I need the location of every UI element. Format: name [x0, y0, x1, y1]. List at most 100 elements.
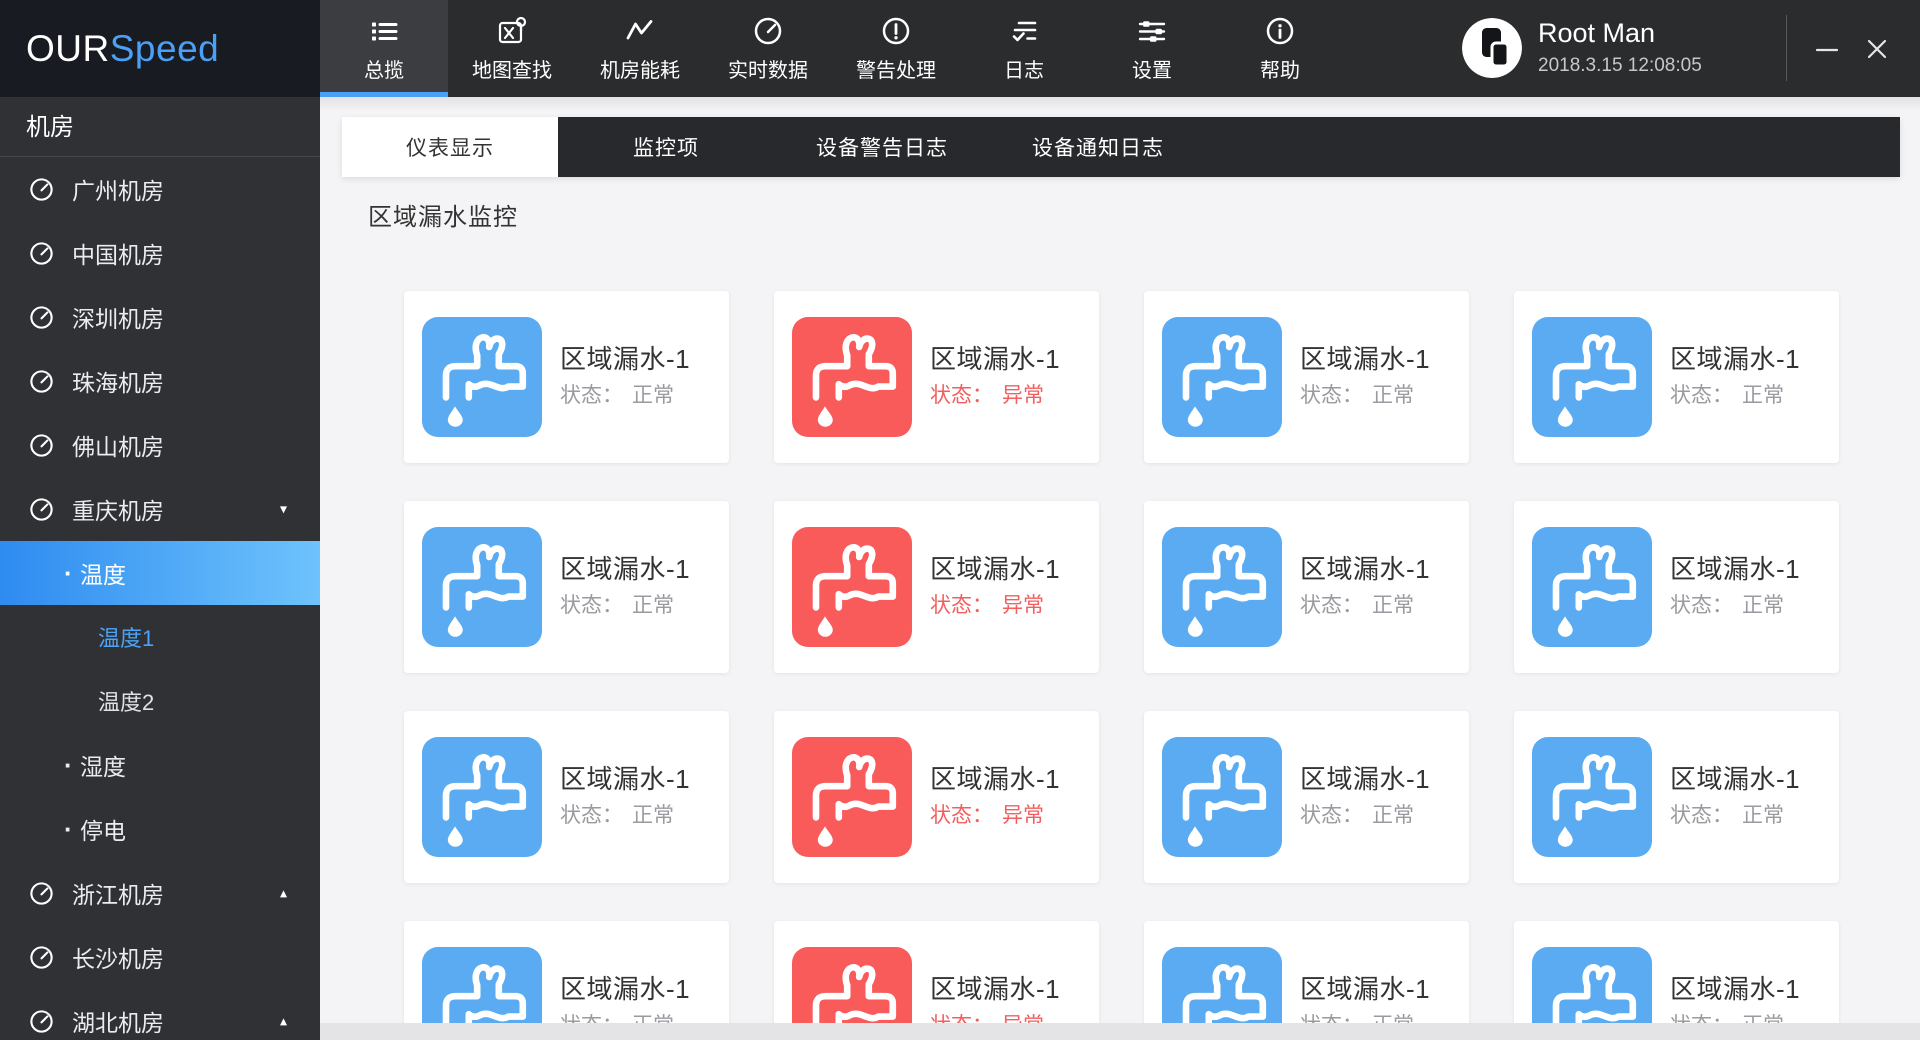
- device-card[interactable]: 区域漏水-1 状态： 正常: [404, 291, 729, 463]
- sidebar-item[interactable]: 湖北机房 ▴: [0, 989, 320, 1040]
- topnav-item-settings[interactable]: 设置: [1088, 0, 1216, 97]
- faucet-icon: [1162, 527, 1282, 647]
- topnav-label: 设置: [1132, 59, 1172, 82]
- minimize-icon: [1815, 48, 1839, 51]
- minimize-button[interactable]: [1802, 0, 1852, 97]
- bullet-dot: ·: [64, 750, 73, 780]
- device-card[interactable]: 区域漏水-1 状态： 正常: [1144, 501, 1469, 673]
- topnav-item-realtime[interactable]: 实时数据: [704, 0, 832, 97]
- device-card-status: 状态： 正常: [560, 379, 674, 409]
- device-card-title: 区域漏水-1: [930, 764, 1061, 794]
- sidebar-item-label: 湿度: [80, 754, 126, 780]
- status-label: 状态：: [1300, 384, 1363, 407]
- status-value: 正常: [632, 594, 674, 617]
- tab-label: 设备警告日志: [816, 137, 948, 160]
- device-card-title: 区域漏水-1: [930, 554, 1061, 584]
- sidebar-item[interactable]: 浙江机房 ▴: [0, 861, 320, 925]
- device-card[interactable]: 区域漏水-1 状态： 异常: [774, 291, 1099, 463]
- faucet-icon: [422, 737, 542, 857]
- tab-label: 仪表显示: [406, 137, 494, 160]
- device-card-title: 区域漏水-1: [560, 554, 691, 584]
- topnav-item-overview[interactable]: 总揽: [320, 0, 448, 97]
- sidebar-item[interactable]: 珠海机房: [0, 349, 320, 413]
- gauge-icon: [28, 176, 55, 203]
- device-card-status: 状态： 正常: [1300, 379, 1414, 409]
- sidebar-item[interactable]: · 湿度: [0, 733, 320, 797]
- tab[interactable]: 仪表显示: [342, 117, 558, 177]
- sidebar-item[interactable]: 温度1: [0, 605, 320, 669]
- topnav-label: 警告处理: [856, 59, 936, 82]
- topnav-item-alerts[interactable]: 警告处理: [832, 0, 960, 97]
- expand-arrow-icon[interactable]: ▴: [280, 885, 287, 902]
- status-label: 状态：: [1300, 804, 1363, 827]
- device-card-status: 状态： 正常: [1300, 799, 1414, 829]
- topnav-item-help[interactable]: 帮助: [1216, 0, 1344, 97]
- faucet-icon: [1162, 317, 1282, 437]
- sidebar-item[interactable]: 中国机房: [0, 221, 320, 285]
- device-card-status: 状态： 正常: [1300, 589, 1414, 619]
- faucet-icon: [792, 737, 912, 857]
- faucet-icon: [1532, 317, 1652, 437]
- device-card-status: 状态： 正常: [1670, 589, 1784, 619]
- device-card-title: 区域漏水-1: [1300, 554, 1431, 584]
- sidebar-item[interactable]: · 停电: [0, 797, 320, 861]
- gauge-icon: [28, 1008, 55, 1035]
- sidebar-item[interactable]: 长沙机房: [0, 925, 320, 989]
- device-card-status: 状态： 正常: [560, 589, 674, 619]
- gauge-icon: [28, 304, 55, 331]
- sidebar-item[interactable]: 重庆机房 ▾: [0, 477, 320, 541]
- device-card-title: 区域漏水-1: [1300, 344, 1431, 374]
- device-card[interactable]: 区域漏水-1 状态： 正常: [404, 711, 729, 883]
- sidebar-item-label: 深圳机房: [72, 306, 164, 332]
- faucet-icon: [422, 317, 542, 437]
- sidebar-item[interactable]: 深圳机房: [0, 285, 320, 349]
- device-card[interactable]: 区域漏水-1 状态： 异常: [774, 501, 1099, 673]
- faucet-icon: [792, 527, 912, 647]
- bottom-scroll-track[interactable]: [320, 1023, 1920, 1040]
- device-card-title: 区域漏水-1: [560, 344, 691, 374]
- device-card[interactable]: 区域漏水-1 状态： 正常: [1514, 501, 1839, 673]
- status-label: 状态：: [1670, 804, 1733, 827]
- sidebar-item[interactable]: 温度2: [0, 669, 320, 733]
- sidebar-item[interactable]: 佛山机房: [0, 413, 320, 477]
- device-card[interactable]: 区域漏水-1 状态： 正常: [404, 501, 729, 673]
- status-label: 状态：: [930, 384, 993, 407]
- status-value: 异常: [1002, 804, 1044, 827]
- sidebar-item[interactable]: · 温度: [0, 541, 320, 605]
- topnav-label: 日志: [1004, 59, 1044, 82]
- tab-label: 设备通知日志: [1032, 137, 1164, 160]
- sidebar-item[interactable]: 广州机房: [0, 157, 320, 221]
- main-content: 仪表显示 监控项 设备警告日志 设备通知日志 区域漏水监控 区域漏水-1 状态：…: [320, 97, 1920, 1040]
- device-card[interactable]: 区域漏水-1 状态： 正常: [1144, 711, 1469, 883]
- status-label: 状态：: [1300, 594, 1363, 617]
- device-card[interactable]: 区域漏水-1 状态： 正常: [1514, 711, 1839, 883]
- device-card[interactable]: 区域漏水-1 状态： 异常: [774, 711, 1099, 883]
- topnav-item-energy[interactable]: 机房能耗: [576, 0, 704, 97]
- tab[interactable]: 设备通知日志: [990, 117, 1206, 177]
- logo-block: OURSpeed: [0, 0, 320, 97]
- expand-arrow-icon[interactable]: ▾: [280, 501, 287, 518]
- faucet-icon: [792, 317, 912, 437]
- device-card-title: 区域漏水-1: [560, 974, 691, 1004]
- faucet-icon: [1532, 527, 1652, 647]
- device-card[interactable]: 区域漏水-1 状态： 正常: [1514, 291, 1839, 463]
- sidebar-item-label: 佛山机房: [72, 434, 164, 460]
- alert-icon: [882, 17, 910, 44]
- device-card[interactable]: 区域漏水-1 状态： 正常: [1144, 291, 1469, 463]
- list-icon: [372, 22, 398, 40]
- device-card-title: 区域漏水-1: [560, 764, 691, 794]
- device-card-title: 区域漏水-1: [1300, 974, 1431, 1004]
- topnav-item-logs[interactable]: 日志: [960, 0, 1088, 97]
- tab[interactable]: 监控项: [558, 117, 774, 177]
- expand-arrow-icon[interactable]: ▴: [280, 1013, 287, 1030]
- sidebar-item-label: 重庆机房: [72, 498, 164, 524]
- close-button[interactable]: [1852, 0, 1902, 97]
- user-name[interactable]: Root Man: [1538, 18, 1655, 49]
- avatar-logo-icon: [1462, 18, 1522, 78]
- gauge-icon: [28, 944, 55, 971]
- topnav-item-map-search[interactable]: 地图查找: [448, 0, 576, 97]
- device-card-title: 区域漏水-1: [930, 344, 1061, 374]
- avatar[interactable]: [1462, 18, 1522, 78]
- tab[interactable]: 设备警告日志: [774, 117, 990, 177]
- faucet-icon: [1532, 737, 1652, 857]
